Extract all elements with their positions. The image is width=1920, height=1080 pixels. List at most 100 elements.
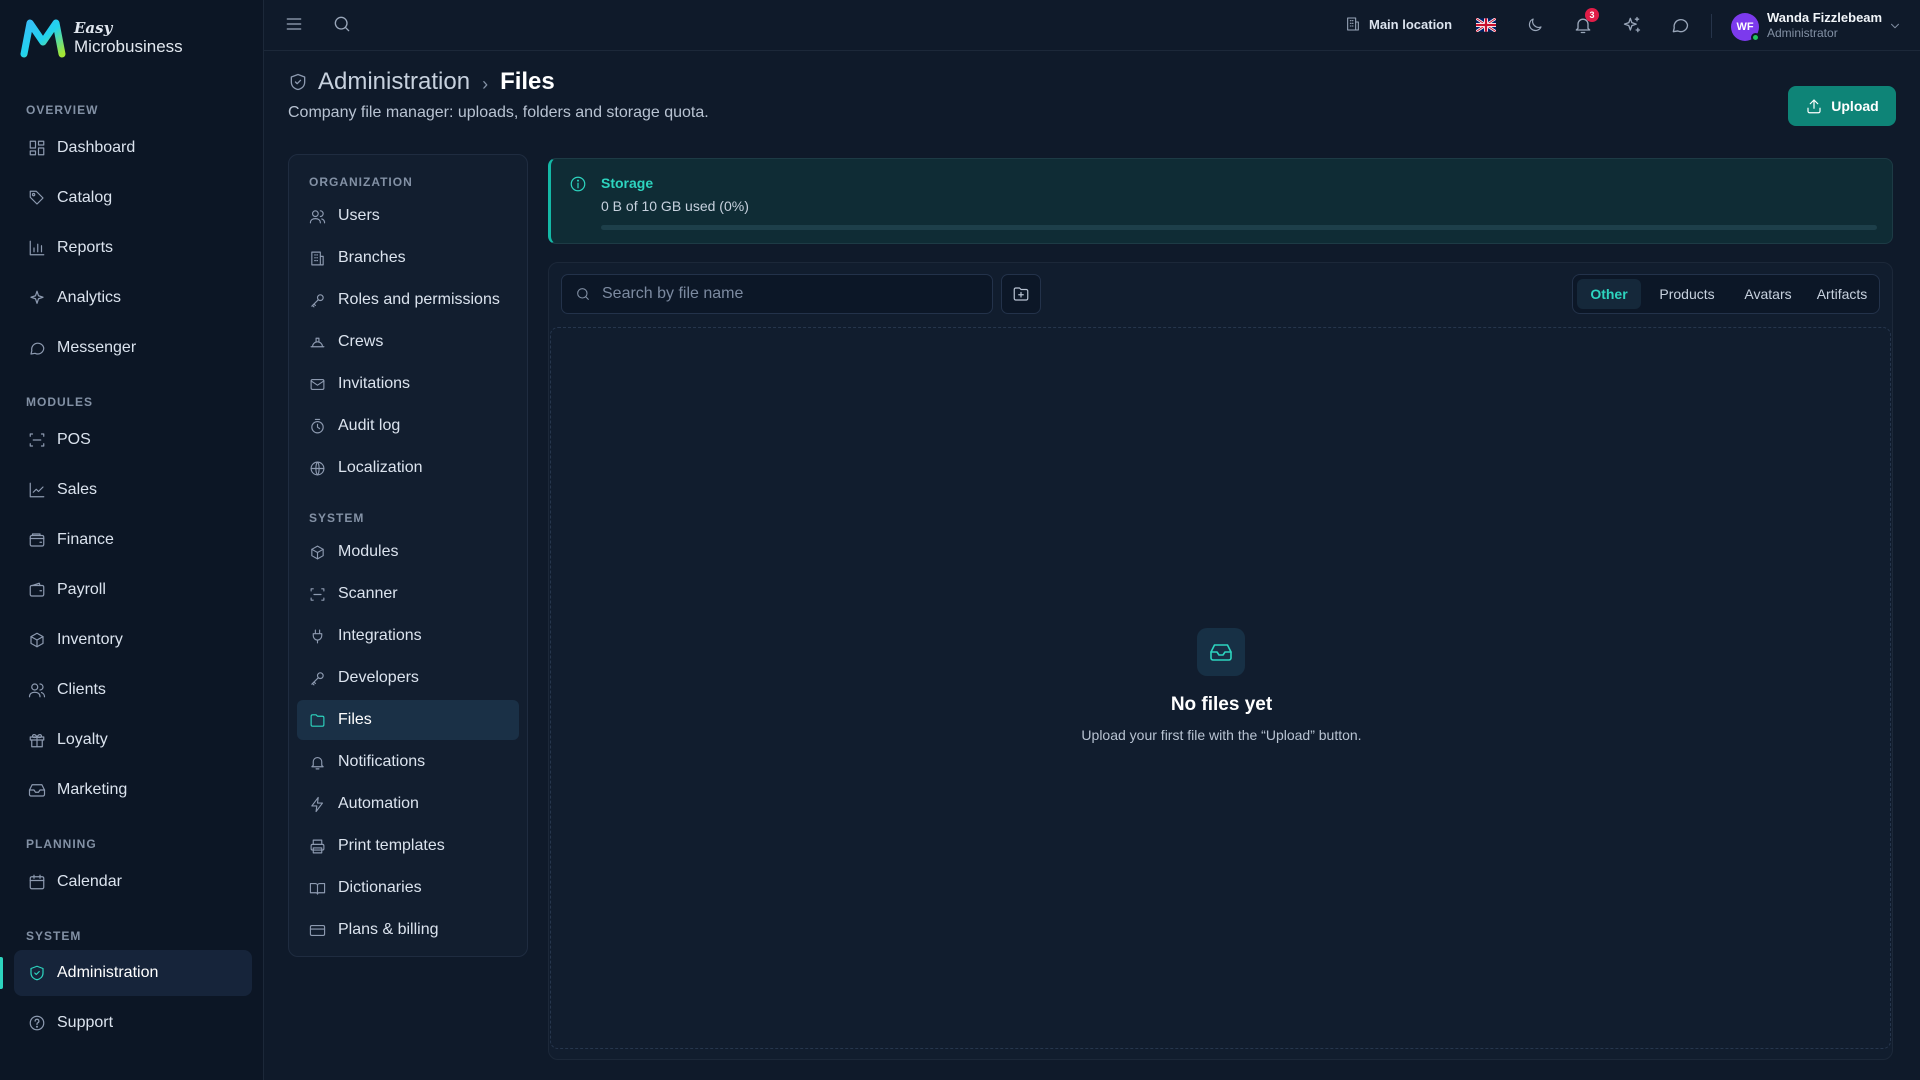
subnav-item-developers[interactable]: Developers [297, 658, 519, 698]
subnav-item-invitations[interactable]: Invitations [297, 364, 519, 404]
sidebar-item-dashboard[interactable]: Dashboard [14, 125, 252, 171]
bell-icon [311, 756, 324, 769]
menu-toggle-button[interactable] [284, 14, 304, 34]
tab-other[interactable]: Other [1577, 279, 1641, 309]
chat-button[interactable] [1670, 15, 1690, 35]
breadcrumb-parent-link[interactable]: Administration [318, 68, 470, 96]
theme-toggle-button[interactable] [1526, 16, 1544, 34]
nav-section-modules: MODULES [26, 395, 93, 409]
tab-avatars[interactable]: Avatars [1733, 279, 1803, 309]
shield-icon [290, 73, 306, 91]
sidebar-item-analytics[interactable]: Analytics [14, 275, 252, 321]
sidebar-item-messenger[interactable]: Messenger [14, 325, 252, 371]
shield-icon [30, 965, 44, 981]
modules-icon [311, 545, 324, 559]
search-icon [334, 16, 350, 32]
tab-artifacts[interactable]: Artifacts [1807, 279, 1877, 309]
subnav-item-plans-billing[interactable]: Plans & billing [297, 910, 519, 950]
online-status-dot [1751, 33, 1760, 42]
search-icon [577, 288, 589, 300]
notifications-badge: 3 [1585, 8, 1599, 22]
analytics-icon [30, 290, 44, 304]
sidebar-item-label: Loyalty [57, 731, 108, 748]
subnav-item-users[interactable]: Users [297, 196, 519, 236]
sidebar-item-clients[interactable]: Clients [14, 667, 252, 713]
location-selector[interactable]: Main location [1345, 16, 1452, 32]
sparkles-icon [1623, 16, 1641, 33]
storage-card: Storage 0 B of 10 GB used (0%) [548, 158, 1893, 244]
sidebar-item-payroll[interactable]: Payroll [14, 567, 252, 613]
sidebar-item-catalog[interactable]: Catalog [14, 175, 252, 221]
globe-icon [310, 461, 325, 475]
page-subtitle: Company file manager: uploads, folders a… [288, 104, 709, 121]
subnav-item-label: Modules [338, 543, 399, 560]
chevron-down-icon[interactable] [1888, 19, 1902, 33]
sidebar-item-label: Support [57, 1014, 114, 1031]
nav-section-planning: PLANNING [26, 837, 97, 851]
subnav-item-scanner[interactable]: Scanner [297, 574, 519, 614]
subnav-item-print-templates[interactable]: Print templates [297, 826, 519, 866]
sidebar-item-calendar[interactable]: Calendar [14, 859, 252, 905]
dashboard-icon [29, 140, 45, 156]
sidebar-item-label: Marketing [57, 781, 128, 798]
sidebar-item-support[interactable]: Support [14, 1000, 252, 1046]
brand-logo[interactable]: Easy Microbusiness [20, 18, 183, 58]
sidebar-item-label: Reports [57, 239, 114, 256]
sidebar-item-reports[interactable]: Reports [14, 225, 252, 271]
nav-section-system: SYSTEM [26, 929, 82, 943]
sidebar-item-administration[interactable]: Administration [14, 950, 252, 996]
file-search-input[interactable] [602, 285, 982, 303]
folder-icon [310, 713, 325, 727]
user-name: Wanda Fizzlebeam [1767, 10, 1883, 25]
tab-products[interactable]: Products [1645, 279, 1729, 309]
file-search [561, 274, 993, 314]
subnav-item-modules[interactable]: Modules [297, 532, 519, 572]
key-icon [311, 671, 324, 685]
subnav-item-automation[interactable]: Automation [297, 784, 519, 824]
global-search-button[interactable] [332, 14, 352, 34]
new-folder-button[interactable] [1001, 274, 1041, 314]
subnav-section-organization: ORGANIZATION [309, 175, 413, 189]
sidebar-item-finance[interactable]: Finance [14, 517, 252, 563]
subnav-item-files[interactable]: Files [297, 700, 519, 740]
crews-icon [310, 337, 325, 347]
calendar-icon [29, 874, 45, 890]
user-menu[interactable]: Wanda Fizzlebeam Administrator [1767, 10, 1882, 41]
uk-flag-icon[interactable] [1476, 18, 1496, 32]
inbox-icon [1210, 644, 1232, 661]
subnav-item-audit-log[interactable]: Audit log [297, 406, 519, 446]
upload-button-label: Upload [1831, 98, 1879, 114]
subnav-item-branches[interactable]: Branches [297, 238, 519, 278]
loyalty-icon [29, 734, 45, 748]
sidebar-item-label: POS [57, 431, 91, 448]
brand-tagline: Easy [74, 19, 113, 37]
subnav-item-roles[interactable]: Roles and permissions [297, 280, 519, 320]
subnav-item-label: Users [338, 207, 380, 224]
moon-icon [1528, 18, 1542, 32]
sidebar-item-label: Analytics [57, 289, 122, 306]
ai-assistant-button[interactable] [1622, 15, 1642, 35]
storage-usage: 0 B of 10 GB used (0%) [601, 198, 749, 214]
sidebar-item-marketing[interactable]: Marketing [14, 767, 252, 813]
subnav-item-crews[interactable]: Crews [297, 322, 519, 362]
file-dropzone[interactable]: No files yet Upload your first file with… [550, 327, 1891, 1049]
breadcrumb: Administration › Files [288, 68, 555, 96]
catalog-icon [29, 190, 44, 205]
subnav-item-label: Notifications [338, 753, 426, 770]
subnav-item-notifications[interactable]: Notifications [297, 742, 519, 782]
sidebar-item-inventory[interactable]: Inventory [14, 617, 252, 663]
clients-icon [28, 683, 46, 698]
subnav-item-localization[interactable]: Localization [297, 448, 519, 488]
sidebar-item-label: Inventory [57, 631, 123, 648]
subnav-item-label: Roles and permissions [338, 291, 500, 308]
printer-icon [310, 839, 325, 853]
upload-button[interactable]: Upload [1788, 86, 1896, 126]
subnav-item-dictionaries[interactable]: Dictionaries [297, 868, 519, 908]
building-icon [1347, 17, 1359, 31]
subnav-item-integrations[interactable]: Integrations [297, 616, 519, 656]
sidebar-item-pos[interactable]: POS [14, 417, 252, 463]
sidebar-item-sales[interactable]: Sales [14, 467, 252, 513]
sidebar-item-loyalty[interactable]: Loyalty [14, 717, 252, 763]
sales-icon [29, 482, 45, 498]
plug-icon [312, 629, 323, 643]
